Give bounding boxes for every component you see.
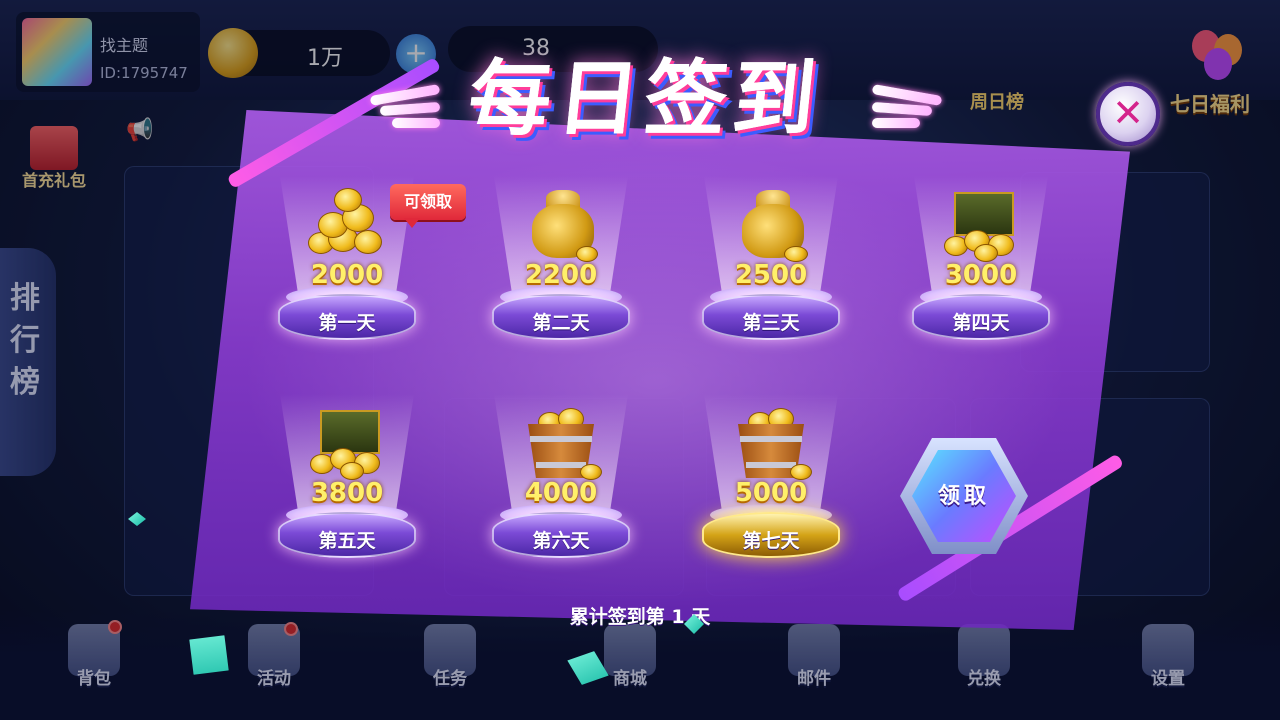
day-cell-7[interactable]: 5000 第七天: [696, 394, 846, 564]
day-label: 第三天: [742, 312, 800, 334]
day-label: 第七天: [742, 530, 800, 552]
coin-pile-icon: [304, 186, 390, 264]
reward-amount: 5000: [734, 478, 808, 508]
day-label: 第五天: [318, 530, 376, 552]
treasure-chest-icon: [304, 404, 390, 482]
right-wing-icon: [866, 83, 946, 130]
day-cell-6[interactable]: 4000 第六天: [486, 394, 636, 564]
checkin-progress-text: 累计签到第 1 天: [569, 606, 711, 628]
reward-amount: 3000: [944, 260, 1018, 290]
modal-title: 每日签到: [464, 52, 827, 147]
reward-amount: 2500: [734, 260, 808, 290]
day-cell-5[interactable]: 3800 第五天: [272, 394, 422, 564]
day-label: 第四天: [952, 312, 1010, 334]
claimable-badge: 可领取: [390, 184, 466, 228]
close-button[interactable]: ✕: [1096, 82, 1160, 146]
day-cell-3[interactable]: 2500 第三天: [696, 176, 846, 346]
coin-bucket-icon: [518, 404, 604, 482]
reward-amount: 2000: [310, 260, 384, 290]
day-cell-2[interactable]: 2200 第二天: [486, 176, 636, 346]
day-cell-4[interactable]: 3000 第四天: [906, 176, 1056, 346]
reward-amount: 3800: [310, 478, 384, 508]
day-label: 第六天: [532, 530, 590, 552]
claim-button-label[interactable]: 领取: [912, 478, 1016, 510]
treasure-chest-icon: [938, 186, 1024, 264]
day-label: 第二天: [532, 312, 590, 334]
money-bag-icon: [728, 186, 814, 264]
coin-bucket-icon: [728, 404, 814, 482]
reward-amount: 4000: [524, 478, 598, 508]
money-bag-icon: [518, 186, 604, 264]
day-label: 第一天: [318, 312, 376, 334]
reward-amount: 2200: [524, 260, 598, 290]
close-icon: ✕: [1112, 91, 1144, 135]
